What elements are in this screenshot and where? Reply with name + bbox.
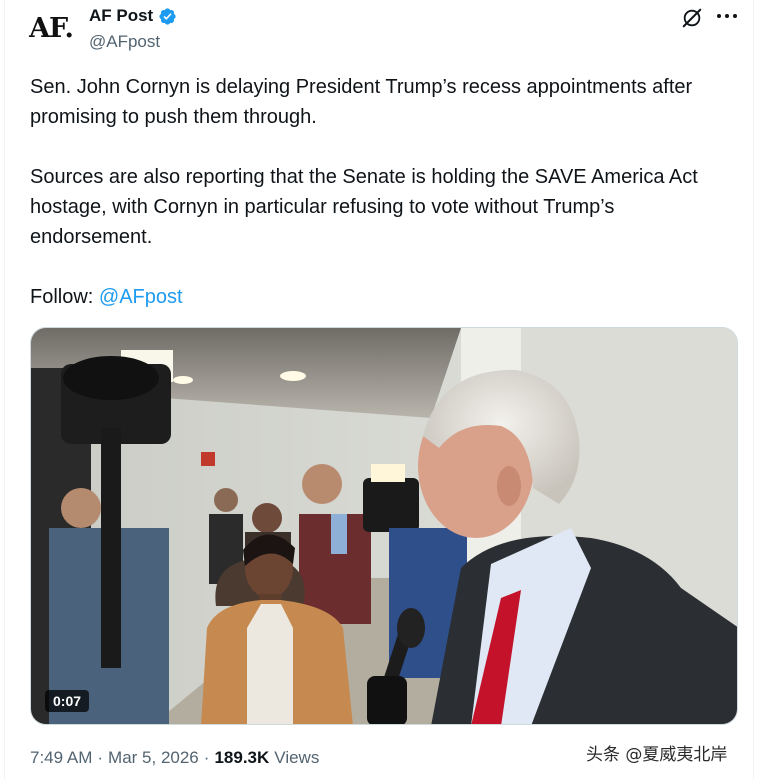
tweet-meta: 7:49 AM · Mar 5, 2026 · 189.3K Views [30, 748, 319, 768]
tweet-date[interactable]: Mar 5, 2026 [108, 748, 199, 768]
tweet-follow-line: Follow: @AFpost [30, 282, 740, 312]
author-display-name[interactable]: AF Post [89, 6, 153, 26]
meta-separator-2: · [203, 748, 210, 767]
avatar[interactable]: AF. [27, 8, 75, 48]
follow-label: Follow: [30, 286, 99, 308]
follow-mention-link[interactable]: @AFpost [99, 286, 183, 308]
author-handle[interactable]: @AFpost [89, 32, 160, 52]
grok-slash-icon [682, 8, 702, 28]
tweet-text: Sen. John Cornyn is delaying President T… [30, 72, 740, 312]
grok-button[interactable] [680, 6, 704, 30]
watermark: 头条 @夏威夷北岸 [586, 745, 728, 765]
views-label: Views [274, 748, 320, 767]
video-duration-badge: 0:07 [45, 690, 90, 712]
views-count: 189.3K [214, 748, 270, 767]
tweet-card: AF. AF Post @AFpost Sen. John Cornyn is … [4, 0, 754, 779]
meta-separator: · [97, 748, 104, 767]
tweet-paragraph-2: Sources are also reporting that the Sena… [30, 166, 698, 248]
avatar-logo-text: AF. [29, 12, 74, 44]
tweet-time[interactable]: 7:49 AM [30, 748, 92, 768]
verified-badge-icon [159, 7, 176, 25]
author-name-row: AF Post [89, 6, 177, 26]
more-dots-icon [717, 14, 737, 18]
video-player[interactable]: 0:07 [30, 327, 738, 725]
tweet-paragraph-1: Sen. John Cornyn is delaying President T… [30, 76, 693, 128]
more-options-button[interactable] [713, 4, 741, 28]
video-frame [31, 328, 737, 724]
